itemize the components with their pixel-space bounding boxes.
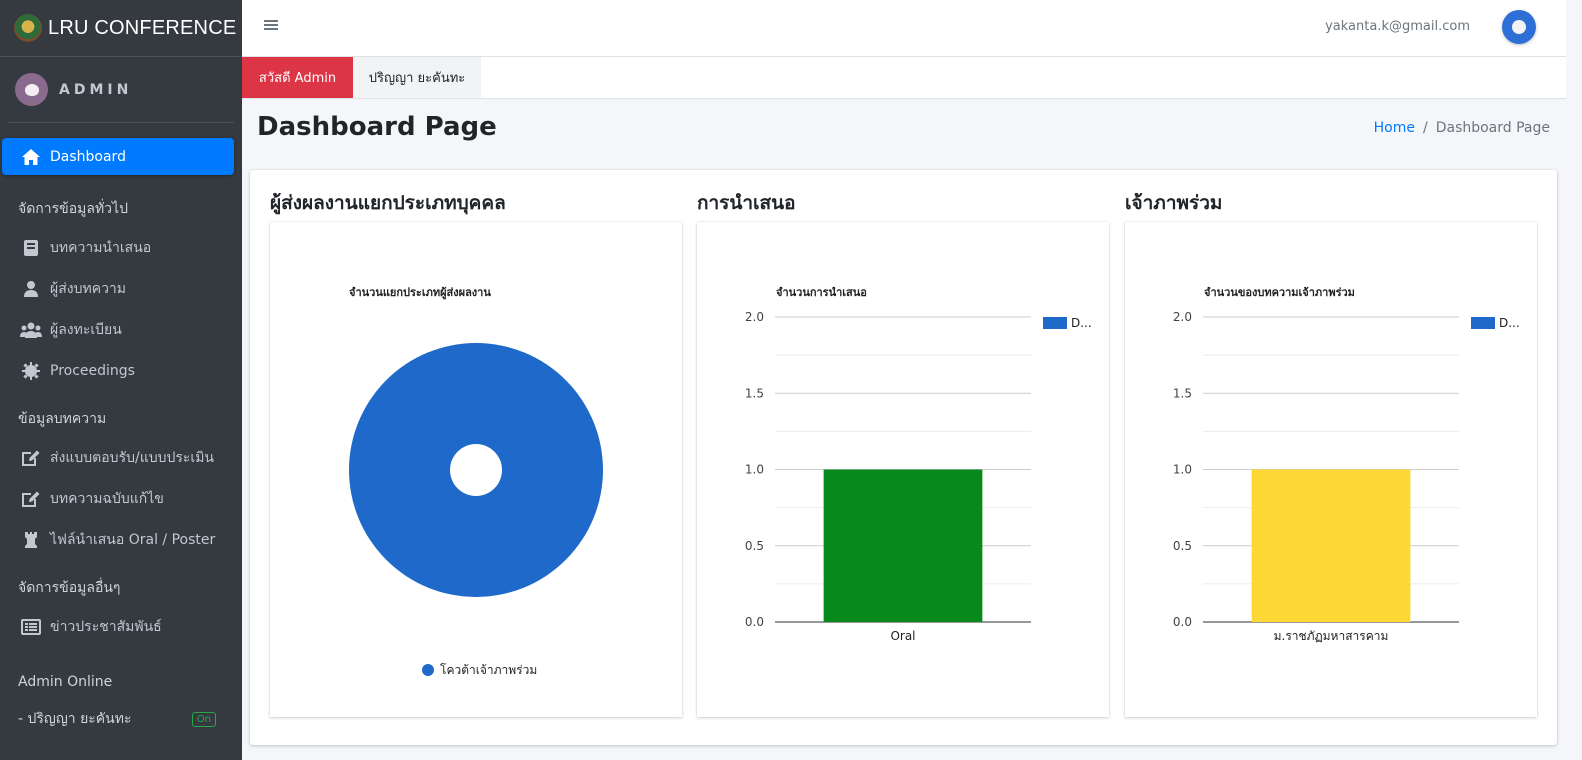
sidebar-item-proceedings[interactable]: Proceedings — [0, 350, 242, 391]
sidebar-item-registrants[interactable]: ผู้ลงทะเบียน — [0, 309, 242, 350]
sidebar-nav: Dashboard จัดการข้อมูลทั่วไป บทความนำเสน… — [0, 124, 242, 735]
breadcrumb-separator: / — [1422, 120, 1428, 136]
sidebar-item-label: ส่งแบบตอบรับ/แบบประเมิน — [50, 449, 214, 466]
pie-hole — [450, 444, 502, 496]
page-title: Dashboard Page — [257, 112, 497, 142]
nav-header-others: จัดการข้อมูลอื่นๆ — [18, 580, 121, 596]
sidebar-item-label: ข่าวประชาสัมพันธ์ — [50, 618, 162, 635]
sidebar-item-papers[interactable]: บทความนำเสนอ — [0, 227, 242, 268]
y-tick-label: 0.0 — [745, 615, 764, 629]
sidebar-item-label: บทความฉบับแก้ไข — [50, 490, 164, 507]
brand-link[interactable]: LRU CONFERENCE — [0, 0, 242, 57]
y-tick-label: 1.5 — [745, 386, 764, 400]
y-tick-label: 2.0 — [745, 310, 764, 324]
sidebar-item-label: Proceedings — [50, 362, 135, 379]
edit-icon — [20, 490, 42, 508]
y-tick-label: 0.5 — [1173, 539, 1192, 553]
book-icon — [20, 239, 42, 257]
tab-bar: สวัสดี Admin ปริญญา ยะคันทะ — [242, 57, 1566, 99]
bar-chart-co-host: จำนวนของบทความเจ้าภาพร่วม 0.0 0.5 1.0 1.5 2.0… — [1173, 286, 1520, 643]
user-email[interactable]: yakanta.k@gmail.com — [1325, 19, 1470, 34]
chart-title: จำนวนของบทความเจ้าภาพร่วม — [1204, 286, 1355, 299]
university-logo-icon — [14, 14, 42, 42]
y-tick-label: 0.0 — [1173, 615, 1192, 629]
sidebar-item-label: ผู้ลงทะเบียน — [50, 321, 122, 338]
legend-label: D... — [1499, 316, 1520, 330]
home-icon — [20, 148, 42, 166]
panel-title-presentation: การนำเสนอ — [697, 192, 796, 214]
brand-title: LRU CONFERENCE — [48, 16, 237, 39]
nav-header-admin-online: Admin Online — [18, 674, 113, 690]
y-tick-label: 1.0 — [745, 463, 764, 477]
online-status-badge: On — [191, 711, 216, 727]
sidebar-item-revised-papers[interactable]: บทความฉบับแก้ไข — [0, 478, 242, 519]
user-panel[interactable]: ADMIN — [8, 57, 234, 123]
bar — [823, 469, 983, 622]
online-user-name: - ปริญญา ยะคันทะ — [18, 711, 132, 727]
users-icon — [20, 321, 42, 339]
sidebar: LRU CONFERENCE ADMIN Dashboard จัดการข้อ… — [0, 0, 242, 760]
y-tick-label: 2.0 — [1173, 310, 1192, 324]
list-icon — [20, 618, 42, 636]
x-tick-label: ม.ราชภัฏมหาสารคาม — [1274, 629, 1389, 643]
legend-label: โควต้าเจ้าภาพร่วม — [440, 663, 537, 677]
y-tick-label: 1.5 — [1173, 386, 1192, 400]
sidebar-item-label: ผู้ส่งบทความ — [50, 280, 127, 297]
hamburger-icon[interactable] — [264, 18, 278, 32]
legend-swatch — [422, 664, 434, 676]
tab-user-name[interactable]: ปริญญา ยะคันทะ — [353, 57, 481, 98]
nav-header-articles: ข้อมูลบทความ — [18, 411, 107, 427]
sidebar-item-label: ไฟล์นำเสนอ Oral / Poster — [50, 531, 216, 548]
sidebar-item-label: บทความนำเสนอ — [50, 239, 152, 256]
user-avatar-icon — [15, 73, 48, 106]
panel-title-submitter-types: ผู้ส่งผลงานแยกประเภทบุคคล — [270, 192, 506, 214]
chess-rook-icon — [20, 531, 42, 549]
online-user-row: - ปริญญา ยะคันทะ On — [0, 703, 242, 735]
chart-title: จำนวนแยกประเภทผู้ส่งผลงาน — [349, 286, 491, 300]
x-tick-label: Oral — [890, 629, 915, 643]
bar — [1251, 469, 1411, 622]
sidebar-item-acceptance-forms[interactable]: ส่งแบบตอบรับ/แบบประเมิน — [0, 437, 242, 478]
top-navbar: yakanta.k@gmail.com — [242, 0, 1566, 57]
breadcrumb: Home / Dashboard Page — [1374, 120, 1550, 136]
y-tick-label: 1.0 — [1173, 463, 1192, 477]
panel-title-co-host: เจ้าภาพร่วม — [1125, 192, 1223, 214]
sidebar-item-label: Dashboard — [50, 148, 126, 165]
nav-header-general: จัดการข้อมูลทั่วไป — [18, 201, 128, 217]
breadcrumb-home-link[interactable]: Home — [1374, 120, 1415, 136]
bar-chart-presentation-panel: จำนวนการนำเสนอ 0.0 0.5 1.0 1.5 2.0 Oral D... — [697, 222, 1109, 717]
pie-chart-panel: จำนวนแยกประเภทผู้ส่งผลงานโควต้าเจ้าภาพร่… — [270, 222, 682, 717]
user-avatar-icon[interactable] — [1502, 10, 1536, 44]
breadcrumb-current: Dashboard Page — [1435, 120, 1550, 136]
edit-icon — [20, 449, 42, 467]
pie-chart: จำนวนแยกประเภทผู้ส่งผลงานโควต้าเจ้าภาพร่… — [349, 286, 603, 677]
bar-chart-co-host-panel: จำนวนของบทความเจ้าภาพร่วม 0.0 0.5 1.0 1.5 2.0… — [1125, 222, 1537, 717]
y-tick-label: 0.5 — [745, 539, 764, 553]
legend-swatch — [1471, 317, 1495, 329]
legend-swatch — [1043, 317, 1067, 329]
sidebar-item-news[interactable]: ข่าวประชาสัมพันธ์ — [0, 606, 242, 647]
gear-icon — [20, 361, 42, 380]
bar-chart-presentation: จำนวนการนำเสนอ 0.0 0.5 1.0 1.5 2.0 Oral D... — [745, 286, 1092, 643]
user-name: ADMIN — [59, 81, 133, 98]
user-icon — [20, 280, 42, 298]
legend-label: D... — [1071, 316, 1092, 330]
chart-title: จำนวนการนำเสนอ — [776, 286, 867, 299]
tab-greeting[interactable]: สวัสดี Admin — [242, 57, 353, 98]
sidebar-item-presentation-files[interactable]: ไฟล์นำเสนอ Oral / Poster — [0, 519, 242, 560]
sidebar-item-dashboard[interactable]: Dashboard — [2, 138, 234, 175]
sidebar-item-submitters[interactable]: ผู้ส่งบทความ — [0, 268, 242, 309]
